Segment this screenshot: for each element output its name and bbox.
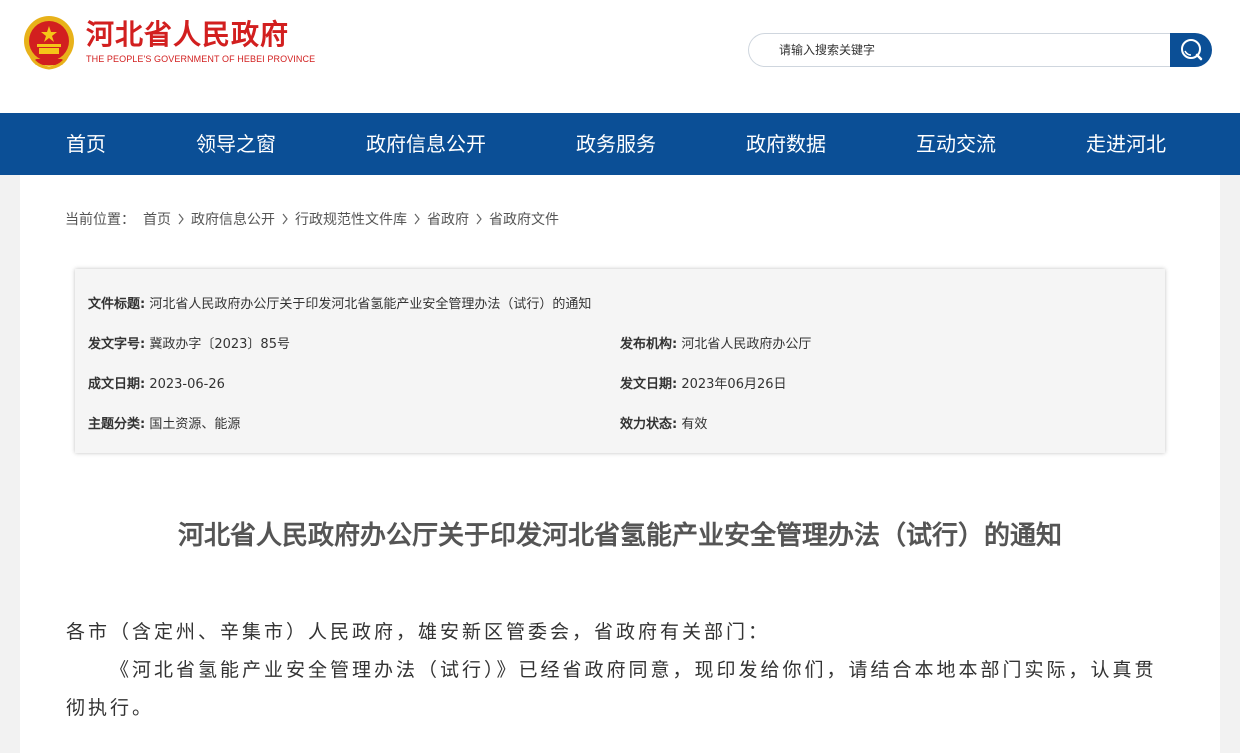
meta-row-title: 文件标题: 河北省人民政府办公厅关于印发河北省氢能产业安全管理办法（试行）的通知 (88, 293, 591, 312)
chevron-right-icon (475, 213, 483, 225)
chevron-right-icon (177, 213, 185, 225)
national-emblem-icon (24, 16, 74, 70)
site-header: 河北省人民政府 THE PEOPLE'S GOVERNMENT OF HEBEI… (0, 0, 1240, 113)
main-nav: 首页 领导之窗 政府信息公开 政务服务 政府数据 互动交流 走进河北 (0, 113, 1240, 175)
meta-label: 发布机构: (620, 337, 678, 352)
search-button[interactable] (1170, 33, 1212, 67)
article-paragraph: 《河北省氢能产业安全管理办法（试行）》已经省政府同意，现印发给你们，请结合本地本… (66, 659, 1157, 719)
meta-value: 有效 (681, 417, 708, 432)
site-logo[interactable]: 河北省人民政府 THE PEOPLE'S GOVERNMENT OF HEBEI… (22, 14, 315, 70)
breadcrumb-prefix: 当前位置： (65, 212, 135, 228)
nav-item-leaders[interactable]: 领导之窗 (196, 113, 276, 175)
nav-item-interaction[interactable]: 互动交流 (916, 113, 996, 175)
meta-row-status: 效力状态: 有效 (620, 413, 707, 432)
chevron-right-icon (281, 213, 289, 225)
meta-value: 冀政办字〔2023〕85号 (149, 337, 290, 352)
nav-item-about-hebei[interactable]: 走进河北 (1086, 113, 1166, 175)
meta-row-publish-date: 发文日期: 2023年06月26日 (620, 373, 787, 392)
meta-row-issuer: 发布机构: 河北省人民政府办公厅 (620, 333, 811, 352)
logo-title-cn: 河北省人民政府 (86, 17, 290, 51)
nav-item-gov-data[interactable]: 政府数据 (746, 113, 826, 175)
logo-title-en: THE PEOPLE'S GOVERNMENT OF HEBEI PROVINC… (86, 53, 316, 64)
breadcrumb-item-province-docs[interactable]: 省政府文件 (489, 209, 559, 229)
breadcrumb-item-info-disclosure[interactable]: 政府信息公开 (191, 209, 275, 229)
main-content: 当前位置： 首页 政府信息公开 行政规范性文件库 省政府 省政府文件 文件标题:… (20, 175, 1220, 753)
meta-label: 发文日期: (620, 377, 678, 392)
breadcrumb: 当前位置： 首页 政府信息公开 行政规范性文件库 省政府 省政府文件 (65, 209, 559, 229)
nav-item-info-disclosure[interactable]: 政府信息公开 (366, 113, 486, 175)
meta-row-written-date: 成文日期: 2023-06-26 (88, 373, 225, 392)
search-input[interactable] (748, 33, 1170, 67)
breadcrumb-item-province-gov[interactable]: 省政府 (427, 209, 469, 229)
article-title: 河北省人民政府办公厅关于印发河北省氢能产业安全管理办法（试行）的通知 (177, 521, 1062, 551)
nav-item-gov-services[interactable]: 政务服务 (576, 113, 656, 175)
meta-label: 发文字号: (88, 337, 146, 352)
breadcrumb-item-normative-docs[interactable]: 行政规范性文件库 (295, 209, 407, 229)
meta-label: 文件标题: (88, 297, 146, 312)
nav-item-home[interactable]: 首页 (66, 113, 106, 175)
meta-label: 效力状态: (620, 417, 678, 432)
meta-value: 国土资源、能源 (149, 417, 241, 432)
meta-row-doc-no: 发文字号: 冀政办字〔2023〕85号 (88, 333, 290, 352)
meta-value: 河北省人民政府办公厅 (681, 337, 812, 352)
search-box (748, 33, 1212, 67)
search-icon (1181, 39, 1203, 61)
meta-value: 2023-06-26 (149, 377, 225, 392)
breadcrumb-item-home[interactable]: 首页 (143, 209, 171, 229)
meta-value: 河北省人民政府办公厅关于印发河北省氢能产业安全管理办法（试行）的通知 (149, 297, 592, 312)
meta-label: 成文日期: (88, 377, 146, 392)
meta-label: 主题分类: (88, 417, 146, 432)
meta-value: 2023年06月26日 (681, 377, 787, 392)
article-body: 各市（含定州、辛集市）人民政府，雄安新区管委会，省政府有关部门： 《河北省氢能产… (66, 613, 1176, 727)
article-salutation: 各市（含定州、辛集市）人民政府，雄安新区管委会，省政府有关部门： (66, 621, 771, 643)
document-meta-box: 文件标题: 河北省人民政府办公厅关于印发河北省氢能产业安全管理办法（试行）的通知… (75, 269, 1165, 453)
chevron-right-icon (413, 213, 421, 225)
meta-row-topic: 主题分类: 国土资源、能源 (88, 413, 240, 432)
